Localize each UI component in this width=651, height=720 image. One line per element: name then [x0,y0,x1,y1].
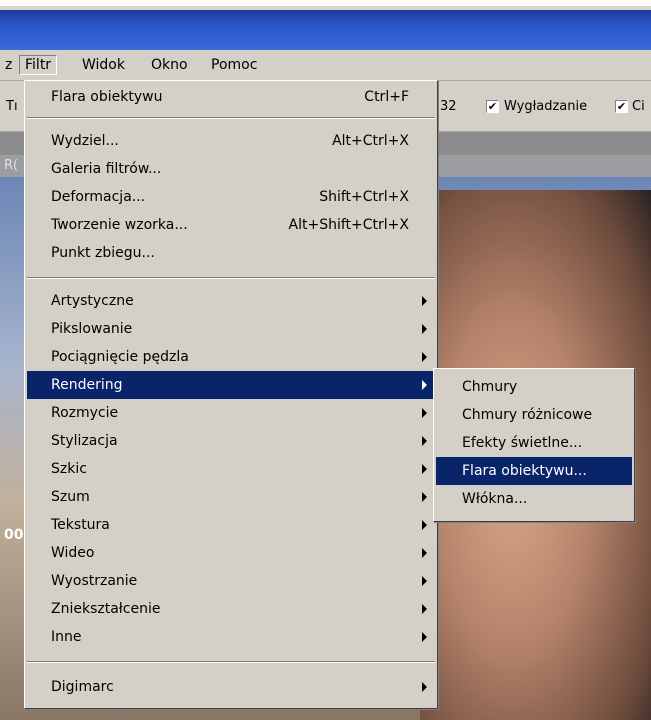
menu-item-label: Szum [51,489,90,505]
submenu-arrow-icon [422,324,427,334]
menu-item-punkt-zbiegu[interactable]: Punkt zbiegu... [27,239,435,267]
menu-item-stylizacja[interactable]: Stylizacja [27,427,435,455]
menu-item-label: Flara obiektywu [51,89,163,105]
menu-item-tekstura[interactable]: Tekstura [27,511,435,539]
menu-separator [27,661,435,663]
menu-item-label: Wydziel... [51,133,119,149]
menu-item-label: Punkt zbiegu... [51,245,155,261]
menu-item-znieksztalcenie[interactable]: Zniekształcenie [27,595,435,623]
menu-item-label: Pociągnięcie pędzla [51,349,189,365]
menu-item-szum[interactable]: Szum [27,483,435,511]
menu-item-inne[interactable]: Inne [27,623,435,651]
menu-item-label: Szkic [51,461,87,477]
menu-item-label: Zniekształcenie [51,601,161,617]
menu-item-shortcut: Shift+Ctrl+X [319,189,409,205]
submenu-item-label: Efekty świetlne... [462,435,583,451]
menu-item-label: Stylizacja [51,433,118,449]
submenu-item-label: Chmury różnicowe [462,407,593,423]
menu-item-label: Pikslowanie [51,321,133,337]
menu-item-rendering[interactable]: Rendering [27,371,435,399]
submenu-item-chmury[interactable]: Chmury [436,373,632,401]
submenu-arrow-icon [422,548,427,558]
menu-item-shortcut: Ctrl+F [364,89,409,105]
submenu-arrow-icon [422,408,427,418]
submenu-item-efekty-swietlne[interactable]: Efekty świetlne... [436,429,632,457]
wygladzanie-checkbox[interactable]: ✔ [486,100,499,113]
menu-pomoc[interactable]: Pomoc [206,55,262,75]
menu-item-label: Galeria filtrów... [51,161,162,177]
menu-item-label: Inne [51,629,82,645]
submenu-item-label: Chmury [462,379,518,395]
menu-separator [27,117,435,119]
ci-label: Ci [632,99,645,114]
menu-widok[interactable]: Widok [77,55,130,75]
menu-item-artystyczne[interactable]: Artystyczne [27,287,435,315]
menu-item-label: Rozmycie [51,405,119,421]
menu-item-label: Rendering [51,377,123,393]
menu-item-tworzenie-wzorka[interactable]: Tworzenie wzorka... Alt+Shift+Ctrl+X [27,211,435,239]
submenu-arrow-icon [422,380,427,390]
menu-filtr[interactable]: Filtr [19,55,58,75]
submenu-arrow-icon [422,604,427,614]
menu-item-last-filter[interactable]: Flara obiektywu Ctrl+F [27,83,435,111]
filter-menu: Flara obiektywu Ctrl+F Wydziel... Alt+Ct… [24,80,438,709]
menu-okno[interactable]: Okno [146,55,193,75]
menu-item-label: Tekstura [51,517,110,533]
menu-item-deformacja[interactable]: Deformacja... Shift+Ctrl+X [27,183,435,211]
submenu-item-label: Flara obiektywu... [462,463,587,479]
menu-item-label: Wyostrzanie [51,573,138,589]
menu-item-galeria-filtrow[interactable]: Galeria filtrów... [27,155,435,183]
menu-bar: z Filtr Widok Okno Pomoc [0,50,651,81]
menu-item-label: Tworzenie wzorka... [51,217,188,233]
wygladzanie-label: Wygładzanie [504,99,588,114]
submenu-arrow-icon [422,436,427,446]
submenu-arrow-icon [422,464,427,474]
submenu-arrow-icon [422,632,427,642]
menu-item-shortcut: Alt+Ctrl+X [332,133,409,149]
menu-item-wydziel[interactable]: Wydziel... Alt+Ctrl+X [27,127,435,155]
submenu-item-chmury-roznicowe[interactable]: Chmury różnicowe [436,401,632,429]
submenu-arrow-icon [422,520,427,530]
submenu-arrow-icon [422,682,427,692]
menu-item-wyostrzanie[interactable]: Wyostrzanie [27,567,435,595]
submenu-item-wlokna[interactable]: Włókna... [436,485,632,513]
window-title-bar [0,0,651,50]
rendering-submenu: Chmury Chmury różnicowe Efekty świetlne.… [433,368,635,522]
submenu-item-label: Włókna... [462,491,528,507]
menu-item-label: Wideo [51,545,95,561]
menu-item-pikslowanie[interactable]: Pikslowanie [27,315,435,343]
ci-checkbox[interactable]: ✔ [615,100,628,113]
menu-item-label: Digimarc [51,679,114,695]
menu-item-shortcut: Alt+Shift+Ctrl+X [288,217,409,233]
submenu-arrow-icon [422,492,427,502]
document-title-text: R( [4,158,19,173]
submenu-arrow-icon [422,296,427,306]
image-side-text: 00 [4,527,24,543]
menu-item-pociagniecie-pedzla[interactable]: Pociągnięcie pędzla [27,343,435,371]
menu-item-szkic[interactable]: Szkic [27,455,435,483]
submenu-item-flara-obiektywu[interactable]: Flara obiektywu... [436,457,632,485]
menu-item-label: Deformacja... [51,189,146,205]
submenu-arrow-icon [422,576,427,586]
options-left-label: Tı [6,99,18,114]
submenu-arrow-icon [422,352,427,362]
menu-separator [27,277,435,279]
menu-item-label: Artystyczne [51,293,134,309]
menu-item-wideo[interactable]: Wideo [27,539,435,567]
size-field-value[interactable]: 32 [440,99,457,115]
menu-item-digimarc[interactable]: Digimarc [27,673,435,701]
menu-edit-partial[interactable]: z [0,55,17,75]
menu-item-rozmycie[interactable]: Rozmycie [27,399,435,427]
